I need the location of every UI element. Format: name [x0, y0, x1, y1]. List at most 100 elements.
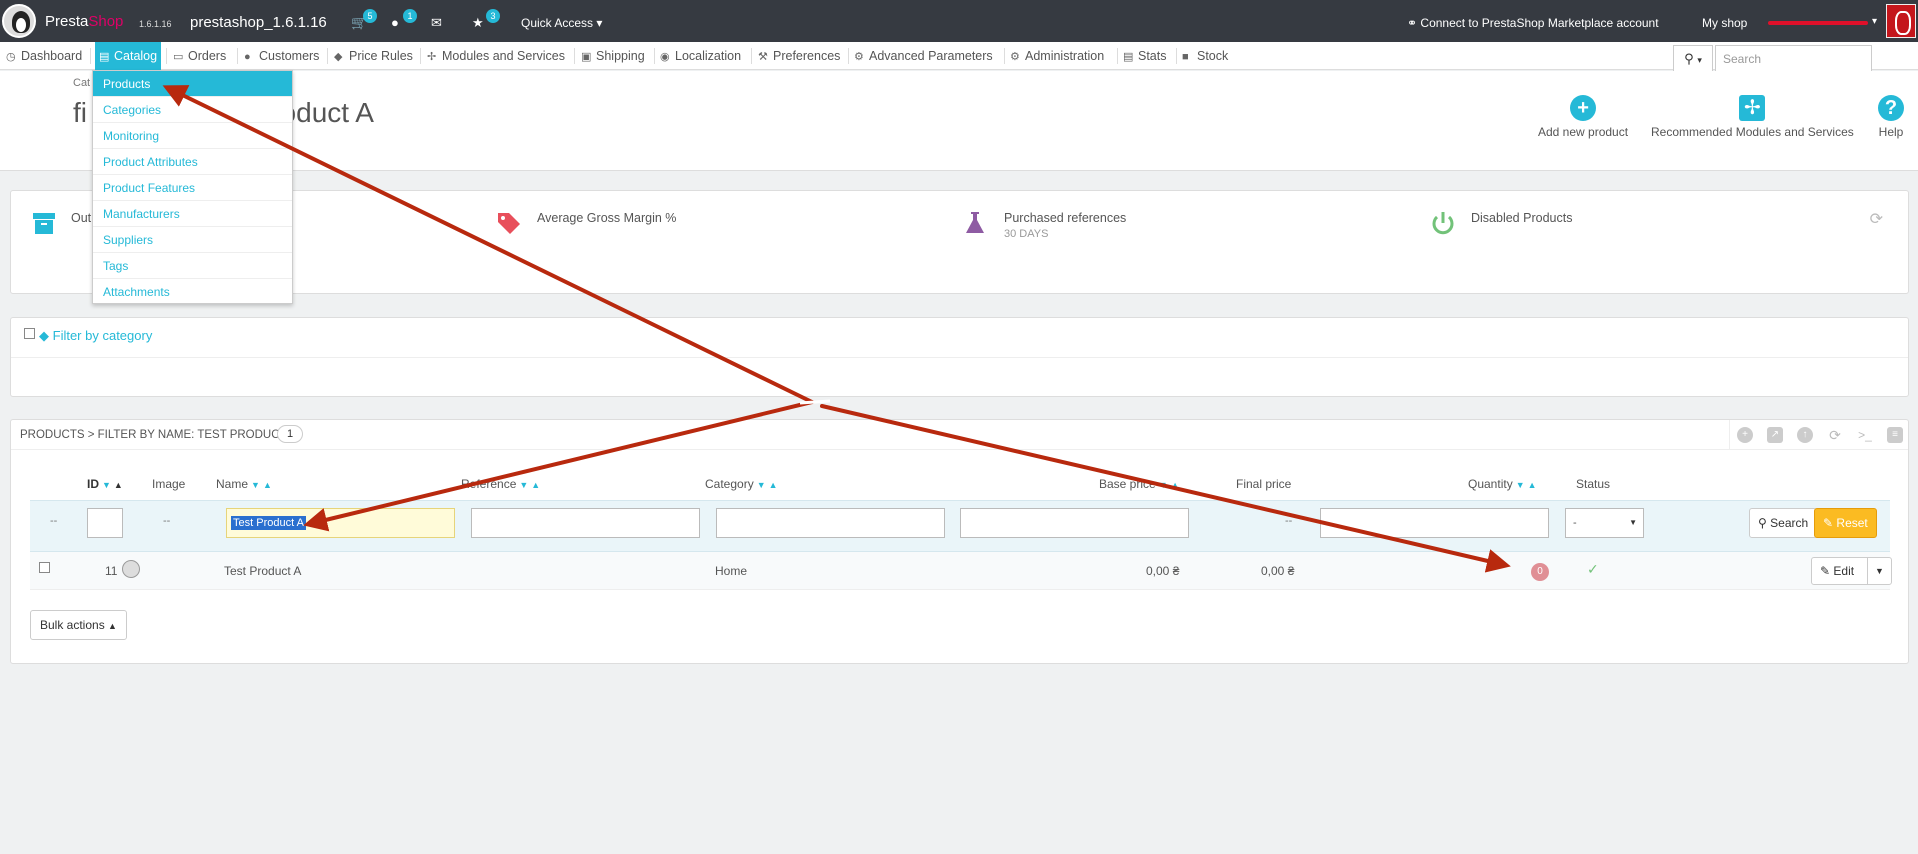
- products-panel-header: Products > Filter by name: Test Product …: [11, 420, 1908, 450]
- name-filter-input[interactable]: Test Product A: [226, 508, 455, 538]
- kpi-disabled-products[interactable]: Disabled Products: [1471, 211, 1572, 225]
- refresh-icon[interactable]: ⟳: [1870, 209, 1883, 229]
- column-header-category[interactable]: Category ▼ ▲: [705, 477, 778, 491]
- status-enabled-check-icon[interactable]: ✓: [1587, 561, 1599, 578]
- tags-icon: ◆: [39, 328, 49, 343]
- column-header-quantity[interactable]: Quantity ▼ ▲: [1468, 477, 1537, 491]
- sort-asc-icon[interactable]: ▲: [1528, 480, 1537, 490]
- column-header-base-price[interactable]: Base price ▼ ▲: [1099, 477, 1180, 491]
- sort-desc-icon[interactable]: ▼: [102, 480, 111, 490]
- nav-divider: [327, 48, 328, 64]
- nav-item-localization[interactable]: ◉ Localization: [656, 42, 745, 70]
- menu-item-manufacturers[interactable]: Manufacturers: [93, 201, 292, 227]
- prestashop-logo-icon[interactable]: [2, 4, 36, 38]
- filter-by-category-link[interactable]: ◆ Filter by category: [39, 328, 152, 344]
- category-filter-input[interactable]: [716, 508, 945, 538]
- terminal-icon[interactable]: >_: [1857, 427, 1873, 443]
- bulk-filter-placeholder: --: [50, 515, 58, 527]
- cloud-upload-icon[interactable]: ↑: [1797, 427, 1813, 443]
- puzzle-icon: ✢: [1739, 95, 1766, 121]
- caret-down-icon[interactable]: ▼: [1867, 558, 1891, 584]
- menu-item-tags[interactable]: Tags: [93, 253, 292, 279]
- add-new-product-button[interactable]: + Add new product: [1538, 95, 1628, 139]
- sort-desc-icon[interactable]: ▼: [1159, 480, 1168, 490]
- column-header-reference[interactable]: Reference ▼ ▲: [461, 477, 540, 491]
- truck-icon: ▣: [581, 51, 592, 63]
- sort-desc-icon[interactable]: ▼: [251, 480, 260, 490]
- sort-asc-icon[interactable]: ▲: [1171, 480, 1180, 490]
- category-filter-checkbox[interactable]: [24, 328, 35, 339]
- nav-item-catalog[interactable]: ▤ Catalog: [95, 42, 162, 70]
- search-type-button[interactable]: ⚲ ▾: [1673, 45, 1713, 73]
- my-shop-link[interactable]: My shop: [1702, 16, 1747, 30]
- bulk-actions-button[interactable]: Bulk actions ▲: [30, 610, 127, 640]
- sort-asc-icon[interactable]: ▲: [531, 480, 540, 490]
- kpi-gross-margin[interactable]: Average Gross Margin %: [537, 211, 676, 225]
- recommended-modules-button[interactable]: ✢ Recommended Modules and Services: [1651, 95, 1854, 139]
- menu-item-product-features[interactable]: Product Features: [93, 175, 292, 201]
- reset-button[interactable]: ✎ Reset: [1814, 508, 1877, 538]
- caret-down-icon: ▾: [1697, 55, 1702, 65]
- quantity-badge: 0: [1531, 563, 1549, 581]
- row-select-checkbox[interactable]: [39, 562, 50, 573]
- id-filter-input[interactable]: [87, 508, 123, 538]
- nav-divider: [574, 48, 575, 64]
- reference-filter-input[interactable]: [471, 508, 700, 538]
- nav-item-customers[interactable]: ● Customers: [240, 42, 323, 70]
- sort-desc-icon[interactable]: ▼: [519, 480, 528, 490]
- column-header-id[interactable]: ID ▼ ▲: [87, 477, 123, 491]
- status-filter-select[interactable]: -: [1565, 508, 1644, 538]
- menu-item-products[interactable]: Products: [93, 71, 292, 97]
- nav-item-stock[interactable]: ■ Stock: [1178, 42, 1232, 70]
- sort-desc-icon[interactable]: ▼: [1516, 480, 1525, 490]
- breadcrumb[interactable]: Cat: [73, 77, 90, 89]
- puzzle-icon: ✢: [427, 51, 437, 63]
- product-name[interactable]: Test Product A: [224, 564, 301, 578]
- edit-button[interactable]: ✎ Edit ▼: [1811, 557, 1892, 585]
- sort-asc-icon[interactable]: ▲: [114, 480, 123, 490]
- connect-marketplace-link[interactable]: ⚭ Connect to PrestaShop Marketplace acco…: [1407, 16, 1659, 30]
- menu-item-categories[interactable]: Categories: [93, 97, 292, 123]
- database-icon[interactable]: ≡: [1887, 427, 1903, 443]
- nav-divider: [237, 48, 238, 64]
- avatar[interactable]: [1886, 4, 1916, 38]
- envelope-icon[interactable]: ✉: [431, 15, 442, 31]
- menu-item-monitoring[interactable]: Monitoring: [93, 123, 292, 149]
- sort-asc-icon[interactable]: ▲: [263, 480, 272, 490]
- quick-access-menu[interactable]: Quick Access ▾: [521, 16, 602, 30]
- product-thumbnail-icon[interactable]: [122, 560, 140, 578]
- base-price-filter-input[interactable]: [960, 508, 1189, 538]
- caret-down-icon[interactable]: ▾: [1872, 16, 1877, 27]
- nav-item-preferences[interactable]: ⚒ Preferences: [754, 42, 844, 70]
- nav-item-advanced-parameters[interactable]: ⚙ Advanced Parameters: [850, 42, 997, 70]
- nav-item-modules[interactable]: ✢ Modules and Services: [423, 42, 569, 70]
- trophy-icon[interactable]: ★: [472, 15, 484, 31]
- kpi-purchased-references[interactable]: Purchased references 30 DAYS: [1004, 211, 1126, 240]
- add-icon[interactable]: +: [1737, 427, 1753, 443]
- sort-desc-icon[interactable]: ▼: [757, 480, 766, 490]
- shop-name[interactable]: prestashop_1.6.1.16: [190, 14, 327, 31]
- kpi-out-of-stock[interactable]: Out: [71, 211, 91, 225]
- sort-asc-icon[interactable]: ▲: [769, 480, 778, 490]
- column-header-name[interactable]: Name ▼ ▲: [216, 477, 272, 491]
- nav-item-administration[interactable]: ⚙ Administration: [1006, 42, 1108, 70]
- arrow-origin-mark: [799, 399, 831, 405]
- nav-item-dashboard[interactable]: ◷ Dashboard: [2, 42, 86, 70]
- brand-name[interactable]: PrestaShop: [45, 13, 123, 30]
- menu-item-suppliers[interactable]: Suppliers: [93, 227, 292, 253]
- nav-item-stats[interactable]: ▤ Stats: [1119, 42, 1171, 70]
- table-row[interactable]: 11 Test Product A Home 0,00 ₴ 0,00 ₴ 0 ✓…: [30, 552, 1892, 590]
- quantity-filter-input[interactable]: [1320, 508, 1549, 538]
- nav-item-shipping[interactable]: ▣ Shipping: [577, 42, 649, 70]
- help-button[interactable]: ? Help: [1878, 95, 1904, 139]
- nav-item-price-rules[interactable]: ◆ Price Rules: [330, 42, 417, 70]
- redacted-username[interactable]: [1768, 21, 1868, 25]
- search-input[interactable]: Search: [1715, 45, 1872, 73]
- user-icon[interactable]: ●: [391, 15, 399, 30]
- search-button[interactable]: ⚲ Search: [1749, 508, 1818, 538]
- menu-item-product-attributes[interactable]: Product Attributes: [93, 149, 292, 175]
- menu-item-attachments[interactable]: Attachments: [93, 279, 292, 305]
- nav-item-orders[interactable]: ▭ Orders: [169, 42, 230, 70]
- refresh-icon[interactable]: ⟳: [1827, 427, 1843, 443]
- export-icon[interactable]: ↗: [1767, 427, 1783, 443]
